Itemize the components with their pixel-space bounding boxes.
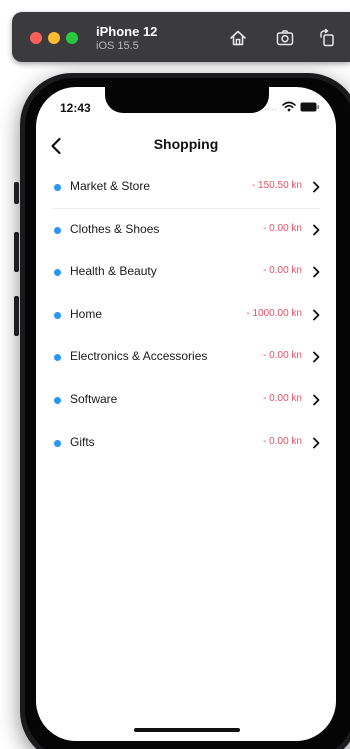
minimize-window-button[interactable] bbox=[48, 32, 60, 44]
battery-icon bbox=[300, 102, 320, 112]
page-title: Shopping bbox=[153, 136, 219, 152]
category-row[interactable]: Home - 1000.00 kn bbox=[36, 294, 336, 337]
simulator-os-version: iOS 15.5 bbox=[96, 40, 139, 52]
volume-down-button bbox=[14, 296, 19, 336]
category-amount: - 0.00 kn bbox=[263, 222, 302, 234]
screenshot-icon-svg bbox=[276, 30, 294, 46]
category-dot bbox=[54, 184, 61, 191]
home-icon-svg bbox=[230, 30, 246, 46]
category-amount: - 0.00 kn bbox=[263, 435, 302, 447]
simulator-device-name: iPhone 12 bbox=[96, 24, 158, 39]
category-row[interactable]: Market & Store - 150.50 kn bbox=[36, 166, 336, 209]
chevron-right-icon bbox=[310, 223, 322, 237]
category-label: Software bbox=[70, 391, 118, 406]
category-dot bbox=[54, 396, 61, 404]
category-amount: - 150.50 kn bbox=[251, 180, 302, 191]
category-amount: - 1000.00 kn bbox=[246, 307, 302, 319]
category-label: Health & Beauty bbox=[70, 264, 157, 279]
rotate-icon-svg bbox=[320, 28, 334, 47]
status-time: 12:43 bbox=[60, 101, 91, 115]
category-label: Gifts bbox=[70, 434, 95, 449]
screenshot-icon[interactable] bbox=[275, 28, 295, 48]
category-row[interactable]: Software - 0.00 kn bbox=[36, 379, 336, 422]
home-icon[interactable] bbox=[228, 28, 248, 48]
stage: iPhone 12 iOS 15.5 12:43 .... Shopping M… bbox=[0, 0, 350, 749]
category-dot bbox=[54, 269, 61, 277]
category-dot bbox=[54, 439, 61, 447]
chevron-right-icon bbox=[310, 393, 322, 407]
status-indicators: .... bbox=[264, 101, 320, 112]
category-label: Clothes & Shoes bbox=[70, 221, 160, 236]
chevron-right-icon bbox=[310, 308, 322, 322]
wifi-icon bbox=[282, 101, 296, 112]
navigation-bar: Shopping bbox=[36, 131, 336, 161]
mute-switch bbox=[14, 182, 19, 204]
chevron-right-icon bbox=[310, 436, 322, 450]
phone-screen: 12:43 .... Shopping Market & Store - 150… bbox=[36, 87, 336, 741]
category-amount: - 0.00 kn bbox=[263, 392, 302, 404]
chevron-right-icon bbox=[310, 180, 322, 194]
category-row[interactable]: Health & Beauty - 0.00 kn bbox=[36, 251, 336, 294]
rotate-icon[interactable] bbox=[318, 28, 338, 48]
zoom-window-button[interactable] bbox=[66, 32, 78, 44]
volume-up-button bbox=[14, 232, 19, 272]
category-amount: - 0.00 kn bbox=[263, 350, 302, 362]
cellular-dots: .... bbox=[263, 101, 278, 112]
chevron-right-icon bbox=[310, 265, 322, 279]
close-window-button[interactable] bbox=[30, 32, 42, 44]
category-amount: - 0.00 kn bbox=[263, 265, 302, 277]
category-label: Home bbox=[70, 306, 103, 321]
category-dot bbox=[54, 226, 61, 234]
category-label: Market & Store bbox=[70, 179, 151, 193]
category-dot bbox=[54, 311, 61, 319]
category-list: Market & Store - 150.50 kn Clothes & Sho… bbox=[36, 166, 336, 464]
category-label: Electronics & Accessories bbox=[70, 349, 208, 364]
chevron-right-icon bbox=[310, 350, 322, 364]
category-dot bbox=[54, 354, 61, 362]
category-row[interactable]: Electronics & Accessories - 0.00 kn bbox=[36, 336, 336, 379]
home-indicator[interactable] bbox=[134, 728, 240, 732]
category-row[interactable]: Clothes & Shoes - 0.00 kn bbox=[36, 209, 336, 252]
simulator-toolbar bbox=[12, 12, 350, 62]
notch bbox=[105, 87, 269, 113]
category-row[interactable]: Gifts - 0.00 kn bbox=[36, 422, 336, 465]
